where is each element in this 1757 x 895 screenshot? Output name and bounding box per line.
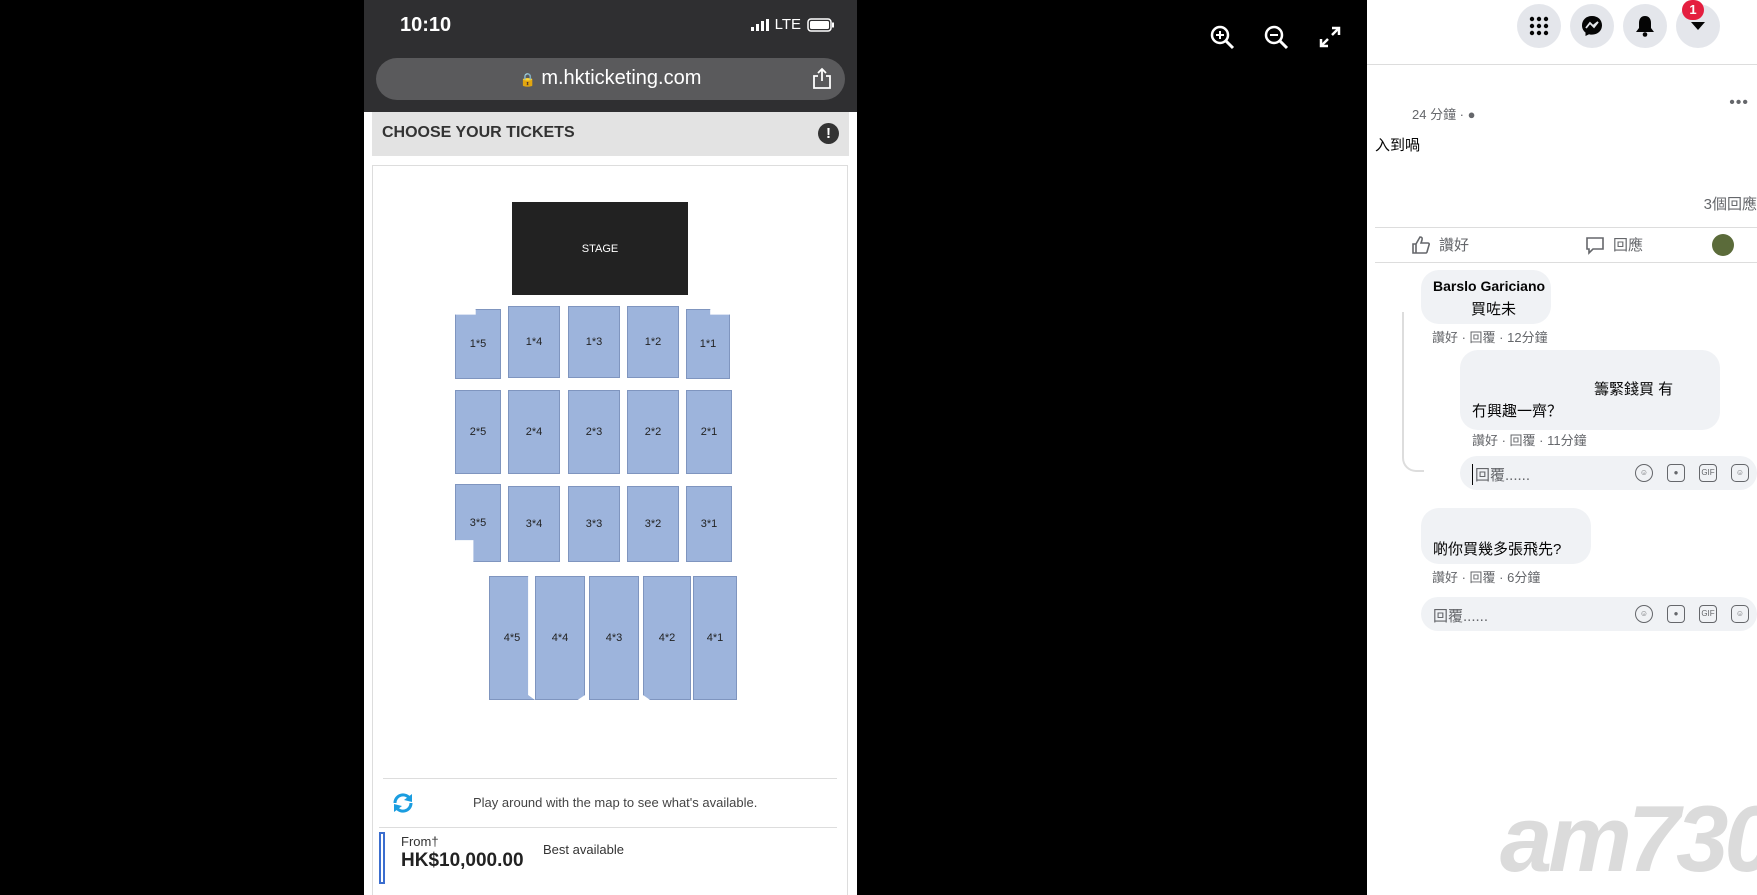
watermark-logo: am730 bbox=[1500, 786, 1757, 891]
reply-input[interactable]: 回覆...... ☺ ● GIF ☺ bbox=[1460, 456, 1757, 490]
comment-button[interactable]: 回應 bbox=[1585, 234, 1643, 255]
comment-actions[interactable]: 讚好 · 回覆 · 6分鐘 bbox=[1432, 567, 1540, 586]
reply-tools: ☺ ● GIF ☺ bbox=[1635, 605, 1749, 623]
section-1-3[interactable]: 1*3 bbox=[568, 306, 620, 378]
price-option[interactable]: From† HK$10,000.00 Best available bbox=[379, 827, 837, 888]
reply-text-line1: 籌緊錢買 有 bbox=[1594, 381, 1674, 398]
comment-text: 啲你買幾多張飛先? bbox=[1433, 541, 1562, 558]
address-bar[interactable]: 🔒 m.hkticketing.com bbox=[376, 58, 845, 100]
signal-icon bbox=[750, 18, 769, 31]
section-3-1[interactable]: 3*1 bbox=[686, 486, 732, 562]
section-4-1[interactable]: 4*1 bbox=[693, 576, 737, 700]
battery-icon bbox=[807, 17, 834, 32]
page-title: CHOOSE YOUR TICKETS bbox=[382, 124, 575, 141]
url-text: 🔒 m.hkticketing.com bbox=[519, 67, 702, 89]
clock: 10:10 bbox=[400, 14, 452, 36]
replies-count[interactable]: 3個回應 bbox=[1704, 193, 1757, 214]
camera-icon[interactable]: ● bbox=[1667, 464, 1685, 482]
viewer-toolbar bbox=[1205, 20, 1347, 54]
share-icon[interactable] bbox=[813, 66, 831, 95]
section-2-4[interactable]: 2*4 bbox=[508, 390, 560, 474]
section-1-1[interactable]: 1*1 bbox=[686, 309, 730, 379]
apps-menu-icon[interactable] bbox=[1517, 4, 1561, 48]
comment-bubble: Barslo Gariciano 買咗未 bbox=[1421, 270, 1551, 324]
more-options-icon[interactable]: ••• bbox=[1729, 94, 1749, 112]
lock-icon: 🔒 bbox=[519, 72, 536, 87]
section-4-4[interactable]: 4*4 bbox=[535, 576, 585, 700]
comment-bubble: 啲你買幾多張飛先? bbox=[1421, 508, 1591, 564]
section-1-2[interactable]: 1*2 bbox=[627, 306, 679, 378]
facebook-panel: 1 24 分鐘 · ● ••• 入到喎 3個回應 讚好 回應 Barslo Ga… bbox=[1367, 0, 1757, 895]
messenger-icon[interactable] bbox=[1570, 4, 1614, 48]
section-2-5[interactable]: 2*5 bbox=[455, 390, 501, 474]
commenter-name[interactable]: Barslo Gariciano bbox=[1433, 278, 1545, 294]
availability-hint: Play around with the map to see what's a… bbox=[383, 778, 837, 827]
price-value: HK$10,000.00 bbox=[401, 850, 524, 871]
camera-icon[interactable]: ● bbox=[1667, 605, 1685, 623]
phone-screenshot: 10:10 LTE 🔒 m.hkticketing.com CHOOSE YOU… bbox=[364, 0, 857, 895]
emoji-icon[interactable]: ☺ bbox=[1635, 464, 1653, 482]
refresh-icon[interactable] bbox=[391, 791, 415, 820]
section-1-5[interactable]: 1*5 bbox=[455, 309, 501, 379]
divider bbox=[1375, 227, 1757, 228]
reply-actions[interactable]: 讚好 · 回覆 · 11分鐘 bbox=[1472, 430, 1587, 449]
section-2-3[interactable]: 2*3 bbox=[568, 390, 620, 474]
comment-icon bbox=[1586, 236, 1604, 255]
choose-tickets-header: CHOOSE YOUR TICKETS ! bbox=[372, 112, 849, 156]
sticker-icon[interactable]: ☺ bbox=[1731, 464, 1749, 482]
seat-map: STAGE 1*5 1*4 1*3 1*2 1*1 2*5 2*4 2*3 2*… bbox=[372, 165, 848, 895]
price-selector[interactable] bbox=[379, 832, 385, 884]
notifications-icon[interactable] bbox=[1623, 4, 1667, 48]
divider bbox=[1375, 262, 1757, 263]
reply-placeholder: 回覆...... bbox=[1433, 608, 1489, 625]
section-4-3[interactable]: 4*3 bbox=[589, 576, 639, 700]
section-4-2[interactable]: 4*2 bbox=[643, 576, 691, 700]
fullscreen-icon[interactable] bbox=[1313, 20, 1347, 54]
network-label: LTE bbox=[774, 16, 801, 33]
info-icon[interactable]: ! bbox=[818, 123, 839, 144]
hint-text: Play around with the map to see what's a… bbox=[473, 795, 758, 810]
best-available-label: Best available bbox=[543, 842, 624, 857]
zoom-in-icon[interactable] bbox=[1205, 20, 1239, 54]
section-1-4[interactable]: 1*4 bbox=[508, 306, 560, 378]
avatar[interactable] bbox=[1712, 234, 1734, 256]
post-time: 24 分鐘 · ● bbox=[1412, 107, 1476, 122]
gif-icon[interactable]: GIF bbox=[1699, 605, 1717, 623]
section-4-5[interactable]: 4*5 bbox=[489, 576, 535, 700]
section-3-5[interactable]: 3*5 bbox=[455, 484, 501, 562]
section-2-1[interactable]: 2*1 bbox=[686, 390, 732, 474]
phone-status-bar: 10:10 LTE 🔒 m.hkticketing.com bbox=[364, 0, 857, 112]
section-3-3[interactable]: 3*3 bbox=[568, 486, 620, 562]
zoom-out-icon[interactable] bbox=[1259, 20, 1293, 54]
post-text: 入到喎 bbox=[1375, 137, 1421, 154]
section-3-2[interactable]: 3*2 bbox=[627, 486, 679, 562]
section-2-2[interactable]: 2*2 bbox=[627, 390, 679, 474]
emoji-icon[interactable]: ☺ bbox=[1635, 605, 1653, 623]
reply-input[interactable]: 回覆...... ☺ ● GIF ☺ bbox=[1421, 597, 1757, 631]
notification-badge: 1 bbox=[1682, 0, 1704, 20]
network-status: LTE bbox=[750, 16, 835, 33]
reply-bubble: 籌緊錢買 有 冇興趣一齊？ bbox=[1460, 350, 1720, 430]
like-button[interactable]: 讚好 bbox=[1411, 234, 1469, 255]
reply-placeholder: 回覆...... bbox=[1472, 464, 1530, 485]
thread-line bbox=[1402, 312, 1424, 472]
comment-text: 買咗未 bbox=[1471, 301, 1517, 318]
thumbs-up-icon bbox=[1412, 235, 1430, 254]
comment-actions[interactable]: 讚好 · 回覆 · 12分鐘 bbox=[1432, 327, 1548, 346]
sticker-icon[interactable]: ☺ bbox=[1731, 605, 1749, 623]
stage: STAGE bbox=[512, 202, 688, 295]
gif-icon[interactable]: GIF bbox=[1699, 464, 1717, 482]
from-label: From† bbox=[401, 834, 439, 849]
reply-tools: ☺ ● GIF ☺ bbox=[1635, 464, 1749, 482]
reply-text-line2: 冇興趣一齊？ bbox=[1472, 403, 1563, 420]
section-3-4[interactable]: 3*4 bbox=[508, 486, 560, 562]
